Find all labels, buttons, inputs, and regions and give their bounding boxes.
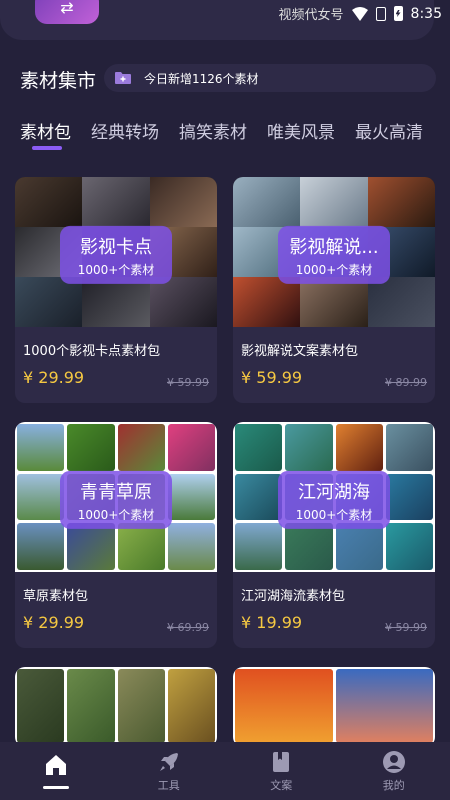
card-title: 1000个影视卡点素材包 [23,344,161,359]
folder-add-icon [115,72,131,84]
user-icon [382,750,405,773]
tab-scenery[interactable]: 唯美风景 [267,118,335,143]
sim-icon [375,6,386,21]
card-thumbnail: 影视卡点 1000+个素材 [15,177,217,327]
tab-hot-hd[interactable]: 最火高清 [355,118,423,143]
card-title: 江河湖海流素材包 [241,589,346,604]
carrier-text: 视频代女号 [278,8,344,23]
card-price: ¥ 29.99 [23,613,85,632]
card-original-price: ¥ 59.99 [167,376,209,389]
card-badge: 江河湖海 1000+个素材 [278,470,390,529]
swap-icon[interactable]: ⇄ [35,0,99,24]
product-card[interactable]: 影视卡点 1000+个素材 1000个影视卡点素材包 ¥ 29.99 ¥ 59.… [15,177,217,403]
wifi-icon [351,6,368,21]
notice-text: 今日新增1126个素材 [144,71,259,86]
rocket-icon [159,752,178,771]
card-original-price: ¥ 89.99 [385,376,427,389]
card-title: 草原素材包 [23,589,89,604]
card-price: ¥ 19.99 [241,613,303,632]
card-title: 影视解说文案素材包 [241,344,359,359]
bottom-nav: 工具 文案 我的 [0,742,450,800]
nav-label: 工具 [157,778,180,792]
status-time: 8:35 [410,5,442,22]
tab-active-indicator [32,146,62,150]
card-thumbnail: 江河湖海 1000+个素材 [233,422,435,572]
status-bar: 视频代女号 8:35 [278,4,442,24]
tab-material-pack[interactable]: 素材包 [20,118,71,150]
battery-icon [393,6,403,21]
product-card[interactable] [15,667,217,747]
category-tabs: 素材包 经典转场 搞笑素材 唯美风景 最火高清 [20,118,423,150]
nav-home[interactable] [16,753,96,789]
product-card[interactable]: 江河湖海 1000+个素材 江河湖海流素材包 ¥ 19.99 ¥ 59.99 [233,422,435,648]
product-card[interactable]: 青青草原 1000+个素材 草原素材包 ¥ 29.99 ¥ 69.99 [15,422,217,648]
nav-tools[interactable]: 工具 [129,750,209,793]
product-card[interactable]: 影视解说... 1000+个素材 影视解说文案素材包 ¥ 59.99 ¥ 89.… [233,177,435,403]
home-icon [46,755,67,775]
card-badge: 影视卡点 1000+个素材 [60,225,172,284]
book-icon [273,751,290,772]
card-price: ¥ 59.99 [241,368,303,387]
card-original-price: ¥ 69.99 [167,621,209,634]
card-badge: 影视解说... 1000+个素材 [278,225,390,284]
card-thumbnail [233,667,435,747]
card-thumbnail: 青青草原 1000+个素材 [15,422,217,572]
nav-active-indicator [43,786,70,789]
card-thumbnail [15,667,217,747]
tab-classic-transition[interactable]: 经典转场 [91,118,159,143]
tab-funny[interactable]: 搞笑素材 [179,118,247,143]
nav-label: 文案 [270,778,293,792]
nav-copywriting[interactable]: 文案 [241,750,321,793]
card-thumbnail: 影视解说... 1000+个素材 [233,177,435,327]
page-title: 素材集市 [20,70,97,92]
nav-label: 我的 [382,778,405,792]
card-original-price: ¥ 59.99 [385,621,427,634]
nav-profile[interactable]: 我的 [354,750,434,793]
product-card[interactable] [233,667,435,747]
card-badge: 青青草原 1000+个素材 [60,470,172,529]
new-items-notice[interactable]: 今日新增1126个素材 [104,64,436,92]
card-price: ¥ 29.99 [23,368,85,387]
